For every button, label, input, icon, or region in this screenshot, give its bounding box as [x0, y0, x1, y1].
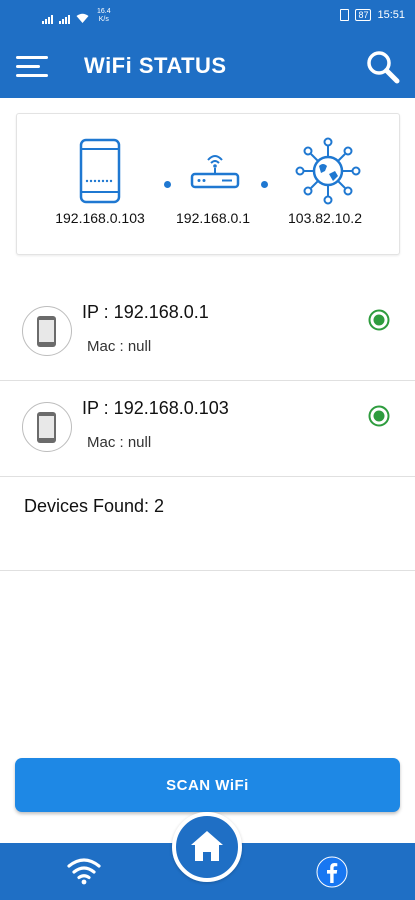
wifi-icon[interactable]	[66, 857, 102, 885]
status-bar: 16.4 K/s 87 15:51	[0, 0, 415, 34]
devices-found-count: Devices Found: 2	[24, 496, 165, 516]
app-bar: WiFi STATUS	[0, 34, 415, 98]
home-icon	[191, 831, 223, 861]
connector-dot-2	[261, 181, 268, 188]
smartphone-icon	[37, 412, 56, 443]
status-left: 16.4 K/s	[42, 8, 111, 24]
device-avatar	[22, 306, 72, 356]
device-list-item[interactable]: IP : 192.168.0.1 Mac : null	[0, 284, 415, 381]
device-ip: IP : 192.168.0.1	[82, 302, 209, 322]
page-title: WiFi STATUS	[84, 53, 227, 78]
clock: 15:51	[377, 9, 405, 21]
devices-found-section: Devices Found: 2	[0, 476, 415, 571]
device-mac: Mac : null	[87, 434, 152, 451]
vibrate-icon	[340, 9, 350, 21]
hamburger-menu-icon[interactable]	[16, 54, 48, 78]
smartphone-icon	[37, 316, 56, 347]
search-icon[interactable]	[366, 50, 400, 84]
device-list-item[interactable]: IP : 192.168.0.103 Mac : null	[0, 380, 415, 477]
speed-value: 16.4	[97, 8, 111, 15]
network-speed: 16.4 K/s	[97, 8, 111, 24]
connector-dot-1	[164, 181, 171, 188]
internet-ip-label: 103.82.10.2	[288, 210, 362, 226]
device-ip: IP : 192.168.0.103	[82, 398, 229, 418]
home-button[interactable]	[172, 812, 242, 882]
router-ip-label: 192.168.0.1	[176, 210, 250, 226]
router-icon	[190, 155, 240, 189]
facebook-icon[interactable]	[316, 856, 348, 888]
signal-2-icon	[59, 13, 70, 24]
device-avatar	[22, 402, 72, 452]
wifi-status-icon	[76, 13, 89, 23]
online-status-icon	[368, 405, 390, 427]
device-mac: Mac : null	[87, 338, 152, 355]
phone-device-icon	[79, 138, 121, 204]
internet-globe-icon	[295, 137, 361, 205]
signal-1-icon	[42, 13, 53, 24]
scan-wifi-button[interactable]: SCAN WiFi	[15, 758, 400, 812]
device-ip-label: 192.168.0.103	[55, 210, 145, 226]
online-status-icon	[368, 309, 390, 331]
status-right: 87 15:51	[340, 9, 405, 21]
network-path-card: 192.168.0.103 192.168.0.1 103.82.10.2	[16, 113, 400, 255]
battery-level: 87	[355, 9, 372, 21]
speed-unit: K/s	[98, 16, 109, 23]
